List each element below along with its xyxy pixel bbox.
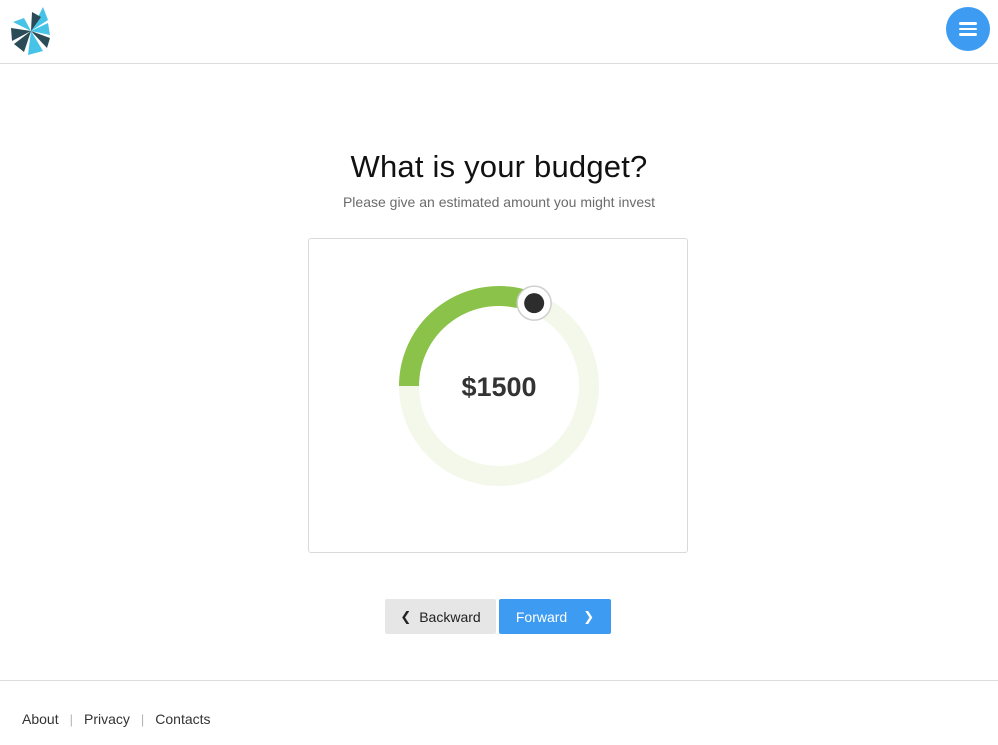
forward-button[interactable]: Forward ❯: [499, 599, 611, 634]
backward-button-label: Backward: [419, 608, 481, 625]
page-footer: About | Privacy | Contacts: [0, 680, 998, 745]
footer-links: About | Privacy | Contacts: [22, 711, 211, 727]
page-subtitle: Please give an estimated amount you migh…: [342, 194, 656, 210]
footer-link-about[interactable]: About: [22, 711, 59, 727]
top-header: [0, 0, 998, 64]
page-title: What is your budget?: [350, 149, 648, 184]
footer-separator: |: [69, 711, 73, 727]
footer-link-privacy[interactable]: Privacy: [84, 711, 130, 727]
forward-button-label: Forward: [515, 608, 568, 625]
footer-link-contacts[interactable]: Contacts: [155, 711, 210, 727]
hamburger-menu-icon: [959, 22, 977, 36]
budget-card: $1500: [308, 238, 688, 553]
pinwheel-logo[interactable]: [10, 4, 52, 56]
chevron-right-icon: ❯: [583, 608, 595, 624]
budget-dial[interactable]: $1500: [369, 276, 629, 496]
budget-value: $1500: [461, 372, 536, 402]
chevron-left-icon: ❮: [400, 608, 412, 624]
hamburger-menu-button[interactable]: [946, 7, 990, 51]
footer-separator: |: [140, 711, 145, 727]
page: What is your budget? Please give an esti…: [0, 0, 998, 745]
backward-button[interactable]: ❮ Backward: [385, 599, 496, 634]
dial-knob-handle[interactable]: [516, 285, 552, 321]
